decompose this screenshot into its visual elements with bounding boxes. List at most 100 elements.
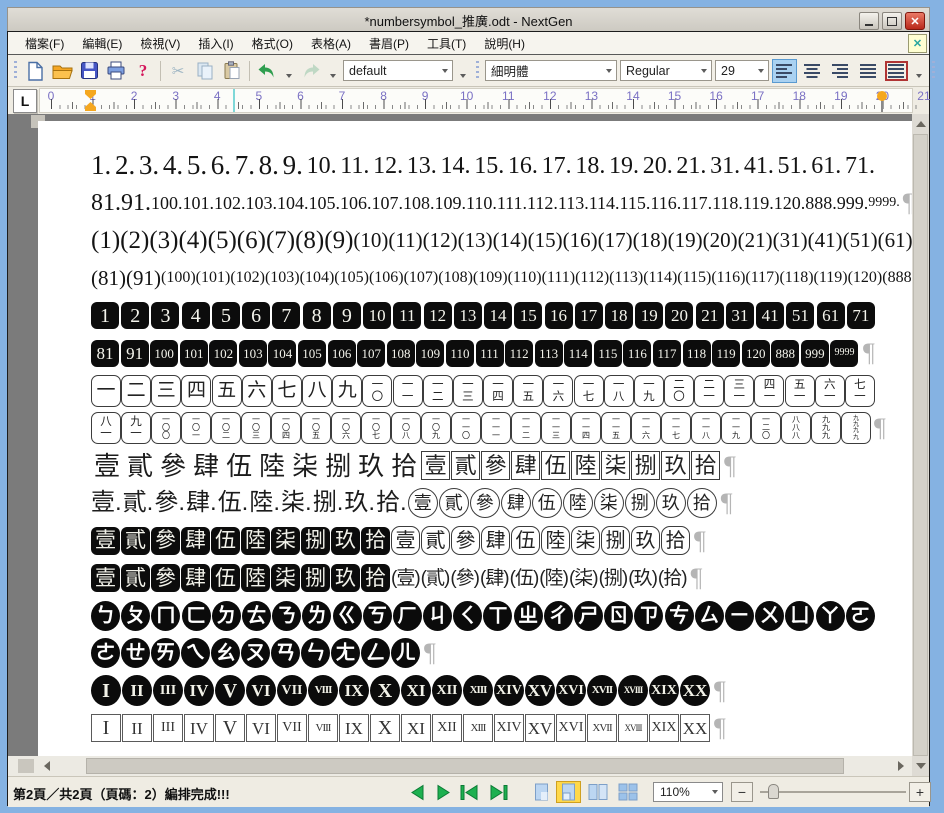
tab-stop-selector[interactable]: L bbox=[13, 89, 37, 113]
ruler-row: L 0123456789101112131415161718192021 bbox=[8, 87, 929, 114]
horizontal-scroll-thumb[interactable] bbox=[86, 758, 844, 774]
scroll-up-button[interactable] bbox=[913, 116, 928, 132]
new-document-button[interactable] bbox=[23, 59, 47, 83]
next-page-button[interactable] bbox=[431, 782, 455, 802]
symbol-item: V bbox=[215, 675, 245, 706]
minimize-button[interactable] bbox=[859, 12, 879, 30]
vertical-scroll-thumb[interactable] bbox=[913, 134, 928, 756]
menu-item-edit[interactable]: 編輯(E) bbox=[73, 32, 131, 55]
undo-dropdown[interactable] bbox=[282, 60, 296, 82]
first-page-button[interactable] bbox=[458, 782, 482, 802]
menu-item-insert[interactable]: 插入(I) bbox=[189, 32, 242, 55]
symbol-item: 15 bbox=[514, 302, 542, 329]
font-name-combo[interactable]: 細明體 bbox=[485, 60, 617, 81]
font-style-combo[interactable]: Regular bbox=[620, 60, 712, 81]
paragraph-style-combo[interactable]: default bbox=[343, 60, 453, 81]
symbol-item: 貳 bbox=[451, 451, 480, 480]
symbol-item: VII bbox=[277, 675, 307, 706]
scroll-left-button[interactable] bbox=[38, 758, 56, 774]
document-page[interactable]: 1.2.3.4.5.6.7.8.9.10.11.12.13.14.15.16.1… bbox=[38, 121, 912, 756]
zoom-combo[interactable]: 110% bbox=[653, 782, 723, 802]
document-content: 1.2.3.4.5.6.7.8.9.10.11.12.13.14.15.16.1… bbox=[91, 147, 875, 747]
close-document-icon: ✕ bbox=[913, 37, 922, 50]
two-page-view-button[interactable] bbox=[585, 781, 610, 803]
align-right-button[interactable] bbox=[828, 59, 853, 83]
menu-item-table[interactable]: 表格(A) bbox=[302, 32, 360, 55]
print-button[interactable] bbox=[104, 59, 128, 83]
symbol-item: 玖 bbox=[331, 564, 360, 592]
align-center-button[interactable] bbox=[800, 59, 825, 83]
menu-item-view[interactable]: 檢視(V) bbox=[131, 32, 189, 55]
symbol-item: ㄖ bbox=[604, 601, 633, 631]
toolbar-grip[interactable] bbox=[476, 61, 479, 81]
symbol-item: 888. bbox=[805, 194, 837, 212]
symbol-item: 91 bbox=[121, 340, 149, 367]
horizontal-scrollbar[interactable] bbox=[8, 756, 912, 776]
book-view-button[interactable] bbox=[556, 781, 581, 803]
symbol-item: 999 bbox=[801, 340, 829, 367]
menu-item-help[interactable]: 說明(H) bbox=[475, 32, 534, 55]
symbol-item: 110 bbox=[446, 340, 474, 367]
copy-icon bbox=[196, 62, 214, 80]
symbol-item: 參 bbox=[470, 488, 500, 518]
last-page-button[interactable] bbox=[486, 782, 510, 802]
open-button[interactable] bbox=[50, 59, 74, 83]
symbol-item: 14 bbox=[484, 302, 512, 329]
menu-item-format[interactable]: 格式(O) bbox=[243, 32, 302, 55]
symbol-item: 81 bbox=[91, 340, 119, 367]
justify-button[interactable] bbox=[856, 59, 881, 83]
redo-dropdown[interactable] bbox=[326, 60, 340, 82]
chevron-down-icon bbox=[606, 69, 612, 73]
pilcrow-mark: ¶ bbox=[724, 451, 736, 481]
justify-distribute-button[interactable] bbox=[884, 59, 909, 83]
symbol-item: 壹 bbox=[421, 451, 450, 480]
previous-page-button[interactable] bbox=[406, 782, 430, 802]
scroll-right-button[interactable] bbox=[892, 758, 910, 774]
maximize-button[interactable] bbox=[882, 12, 902, 30]
cut-button[interactable]: ✂ bbox=[166, 59, 190, 83]
symbol-item: XI bbox=[401, 714, 431, 742]
multi-page-view-button[interactable] bbox=[615, 781, 640, 803]
font-size-combo[interactable]: 29 bbox=[715, 60, 769, 81]
doc-line: IIIIIIIVVVIVIIVIIIIXXXIXIIXIIIXIVXVXVIXV… bbox=[91, 710, 875, 748]
zoom-slider-thumb[interactable] bbox=[768, 784, 779, 799]
scroll-down-button[interactable] bbox=[913, 758, 928, 774]
copy-button[interactable] bbox=[193, 59, 217, 83]
symbol-item: 10. bbox=[307, 154, 337, 178]
symbol-item: 壹 bbox=[91, 564, 120, 592]
right-indent-marker[interactable] bbox=[877, 91, 887, 101]
align-left-button[interactable] bbox=[772, 59, 797, 83]
single-page-view-button[interactable] bbox=[529, 781, 554, 803]
symbol-item: 21. bbox=[676, 154, 706, 178]
minimize-icon bbox=[865, 24, 873, 26]
align-overflow-button[interactable] bbox=[912, 60, 926, 82]
redo-button[interactable] bbox=[299, 59, 323, 83]
symbol-item: (31) bbox=[773, 230, 808, 251]
undo-button[interactable] bbox=[255, 59, 279, 83]
toolbar-grip[interactable] bbox=[14, 61, 17, 81]
menu-item-file[interactable]: 檔案(F) bbox=[16, 32, 73, 55]
symbol-item: 120. bbox=[774, 194, 806, 212]
close-document-button[interactable]: ✕ bbox=[908, 34, 927, 53]
help-button[interactable]: ? bbox=[131, 59, 155, 83]
zoom-slider-track[interactable] bbox=[760, 791, 906, 793]
close-button[interactable]: ✕ bbox=[905, 12, 925, 30]
chevron-down-icon bbox=[330, 74, 336, 78]
symbol-item: 4 bbox=[182, 302, 210, 329]
symbol-item: (105) bbox=[334, 270, 369, 286]
symbol-item: 19. bbox=[609, 154, 639, 178]
menu-item-tools[interactable]: 工具(T) bbox=[418, 32, 475, 55]
horizontal-ruler[interactable]: 0123456789101112131415161718192021 bbox=[39, 88, 913, 113]
symbol-item: (20) bbox=[703, 230, 738, 251]
vertical-scrollbar[interactable] bbox=[912, 114, 929, 776]
zoom-out-button[interactable]: − bbox=[731, 782, 753, 802]
save-button[interactable] bbox=[77, 59, 101, 83]
zoom-in-button[interactable]: + bbox=[909, 782, 931, 802]
toolbar-grip[interactable] bbox=[932, 61, 935, 81]
symbol-item: 118. bbox=[712, 194, 743, 212]
paste-button[interactable] bbox=[220, 59, 244, 83]
symbol-item: 伍 bbox=[511, 526, 540, 555]
symbol-item: ㄒ bbox=[483, 601, 512, 631]
menu-item-header[interactable]: 書眉(P) bbox=[360, 32, 418, 55]
style-overflow-button[interactable] bbox=[456, 60, 470, 82]
